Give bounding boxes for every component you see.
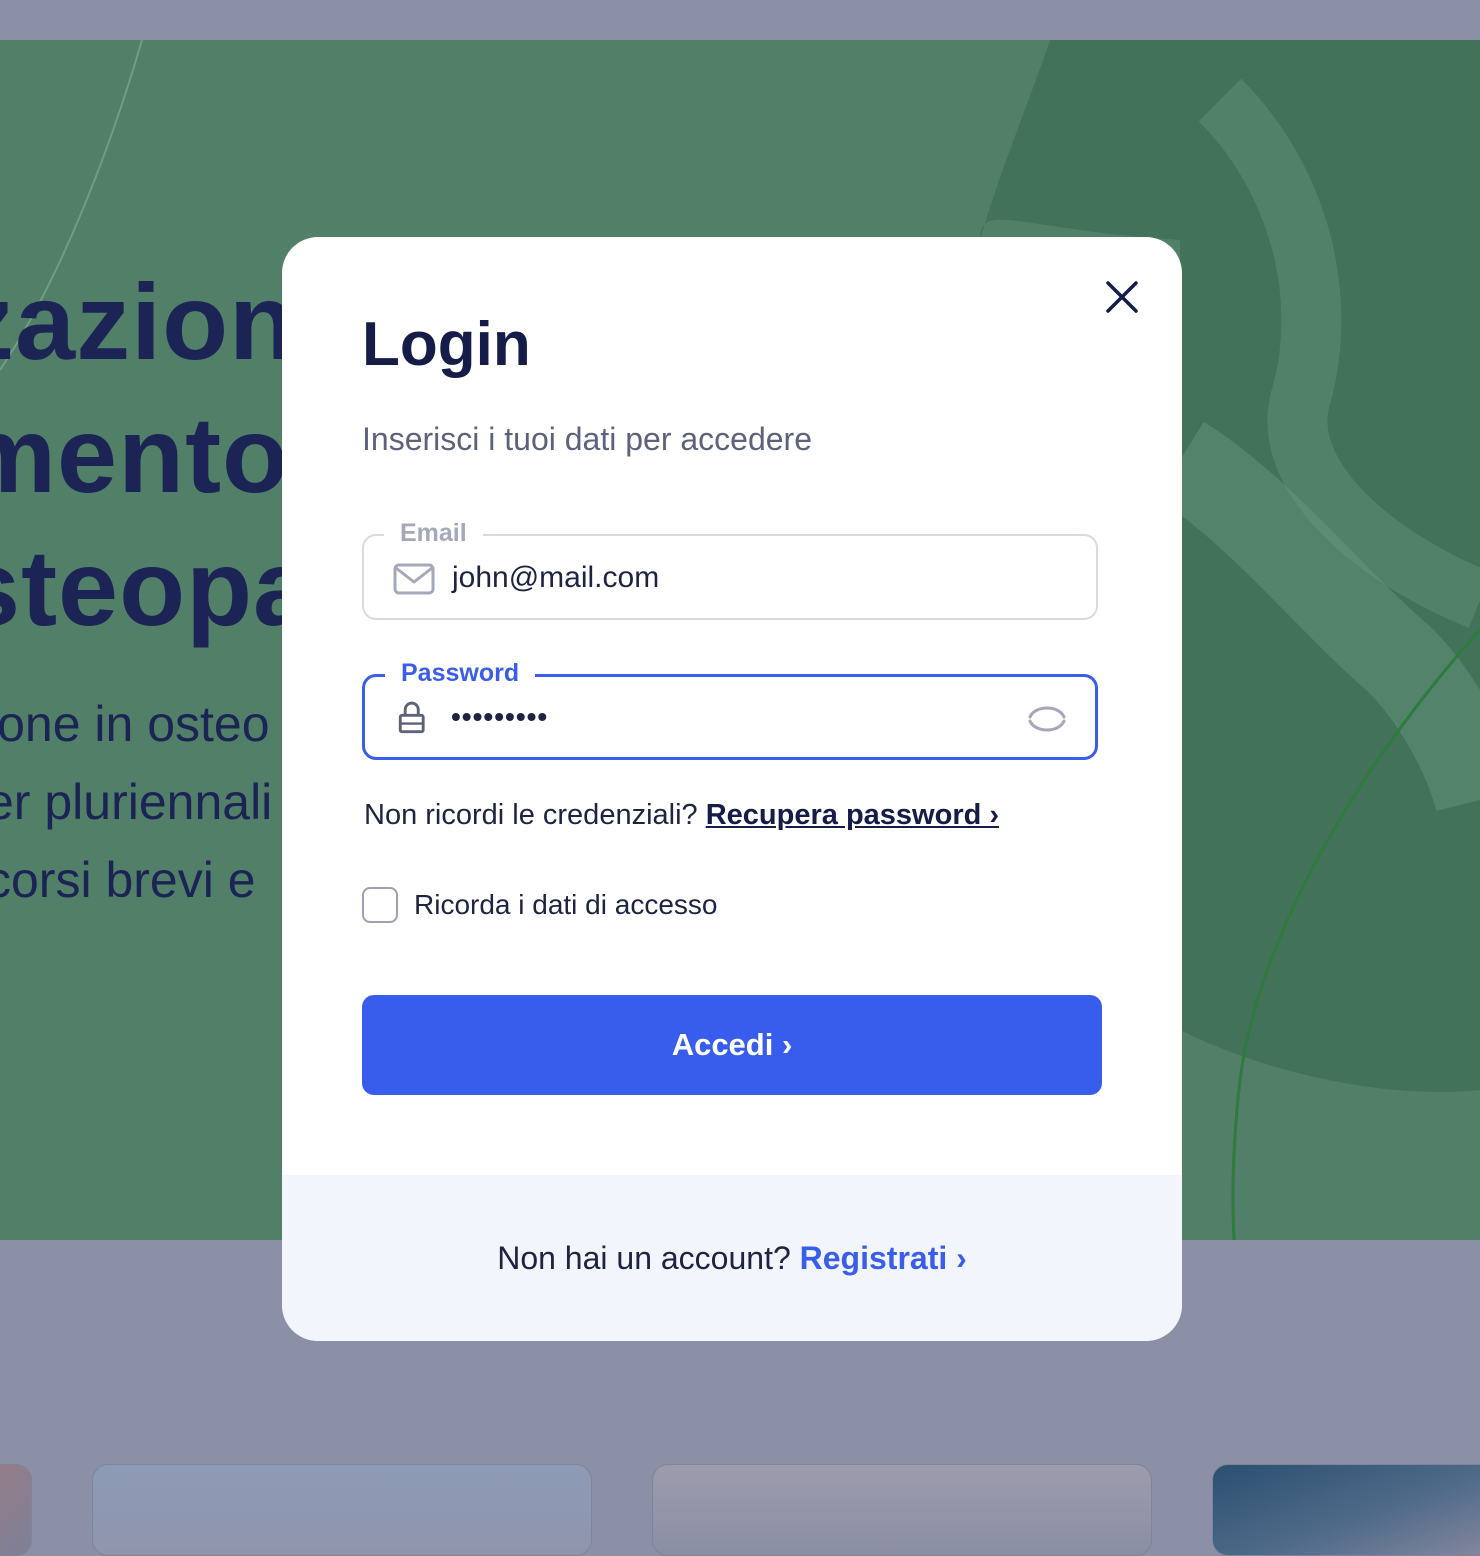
course-card [652, 1464, 1152, 1556]
envelope-icon [393, 563, 435, 595]
footer-prompt: Non hai un account? [497, 1239, 791, 1276]
hero-subtitle-line: ione in osteo [0, 696, 270, 752]
register-link[interactable]: Registrati › [800, 1240, 967, 1276]
login-modal: Login Inserisci i tuoi dati per accedere… [282, 237, 1182, 1341]
password-value[interactable]: ••••••••• [451, 697, 548, 737]
modal-title: Login [362, 310, 531, 379]
remember-checkbox[interactable] [362, 887, 398, 923]
lock-icon [398, 701, 425, 734]
recover-prompt: Non ricordi le credenziali? [364, 799, 698, 831]
course-card [92, 1464, 592, 1556]
close-icon [1106, 281, 1138, 313]
hero-title-line: zazion [0, 261, 297, 382]
hero-subtitle: ione in osteo er pluriennali corsi brevi… [0, 685, 272, 919]
email-field[interactable]: Email john@mail.com [362, 518, 1098, 620]
close-button[interactable] [1102, 277, 1142, 317]
email-value[interactable]: john@mail.com [452, 558, 659, 598]
course-card [1212, 1464, 1480, 1556]
course-card [0, 1464, 32, 1556]
remember-label: Ricorda i dati di accesso [414, 889, 718, 920]
password-label: Password [385, 658, 536, 688]
email-label: Email [384, 518, 483, 548]
hero-title-line: steopa [0, 527, 315, 648]
hero-title: zazion mento steopa [0, 255, 314, 654]
modal-subtitle: Inserisci i tuoi dati per accedere [362, 421, 812, 457]
footer-text: Non hai un account? Registrati › [497, 1240, 967, 1277]
login-submit-button[interactable]: Accedi › [362, 995, 1102, 1095]
recover-password-link[interactable]: Recupera password › [706, 799, 999, 831]
recover-row: Non ricordi le credenziali? Recupera pas… [364, 795, 999, 835]
hero-subtitle-line: corsi brevi e [0, 852, 256, 908]
password-field[interactable]: Password ••••••••• [362, 658, 1098, 760]
remember-row: Ricorda i dati di accesso [362, 885, 717, 925]
hero-title-line: mento [0, 394, 289, 515]
eye-toggle-icon[interactable] [1025, 699, 1069, 739]
modal-footer: Non hai un account? Registrati › [282, 1175, 1182, 1341]
hero-subtitle-line: er pluriennali [0, 774, 273, 830]
